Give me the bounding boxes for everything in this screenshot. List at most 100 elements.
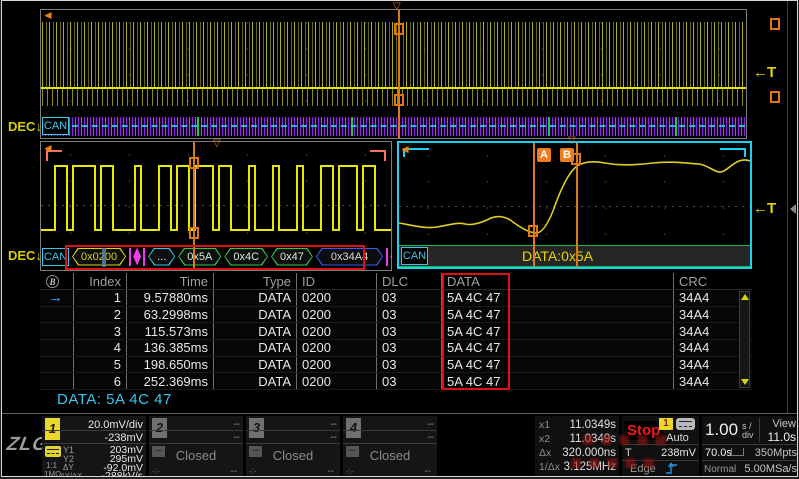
dc-coupling-icon [45,446,61,457]
cell-index: 1 [74,290,127,306]
panel-divider-line [787,1,788,413]
trigger-position-arrow: ◄ [42,141,54,155]
zoom-window-analog[interactable]: A B CAN DATA:0x5A [397,141,752,269]
frame-highlight-box [65,245,365,270]
cell-icon [40,306,74,323]
ch-offset-empty: -- [427,432,434,443]
cell-id: 0200 [297,323,377,340]
divider [759,418,760,442]
dx-label: Δx [539,447,552,459]
table-row[interactable]: 3 115.573ms DATA 0200 03 5A 4C 47 34A4 [40,323,752,341]
memory-depth-icon [731,448,744,456]
cell-id: 0200 [297,373,377,390]
table-row[interactable]: 6 252.369ms DATA 0200 03 5A 4C 47 34A4 [40,373,752,391]
sample-rate: 5.00MSa/s [744,463,797,475]
ch-bottom-empty: -- [327,466,334,477]
cell-id: 0200 [297,356,377,373]
ch-scale-empty: -- [427,419,434,430]
level-handle-square[interactable] [770,91,780,103]
zoom-marker-triangle: ▽ [213,138,221,149]
table-scrollbar[interactable] [739,291,750,388]
header-cell: Time [127,273,214,289]
scroll-up-icon[interactable] [741,294,749,300]
channel-4-block[interactable]: 4 -- -- – Closed -:- -- [343,416,437,476]
capture-duration: 70.0s [705,447,732,459]
bus-b-icon: B [46,274,59,288]
data-column-highlight-box [442,273,510,390]
selected-frame-readout: DATA: 5A 4C 47 [57,391,172,408]
status-bar: ZLG® 1 20.0mV/div -238mV Y1 203mV Y2 295… [2,413,797,476]
cursor-b-badge[interactable]: B [560,148,574,162]
cursor-square[interactable] [189,227,199,239]
cell-id: 0200 [297,306,377,323]
scroll-down-icon[interactable] [741,379,749,385]
trigger-position-arrow: ◄ [42,8,54,22]
decode-label-bottom: DEC↓ [8,248,42,263]
channel-3-block[interactable]: 3 -- -- – Closed -:- -- [246,416,340,476]
cell-type: DATA [214,356,297,373]
timebase-block[interactable]: 1.00 s / div View 11.0s 70.0s 350Mpts No… [702,416,797,476]
header-cell: Type [214,273,297,289]
side-panel-handle-icon[interactable] [790,204,796,214]
channel-1-block[interactable]: 1 20.0mV/div -238mV Y1 203mV Y2 295mV ΔY… [42,416,146,476]
level-handle-square[interactable] [770,18,780,30]
trigger-marker-triangle: ▽ [393,1,401,12]
ch-scale-empty: -- [233,419,240,430]
ch1-slope-value: -288kV/s [101,470,143,477]
cell-index: 6 [74,373,127,390]
cell-dlc: 03 [377,323,442,340]
cell-index: 5 [74,356,127,373]
ch-bottom-empty: -- [424,466,431,477]
cursor-a-badge[interactable]: A [537,148,551,162]
channel-2-badge: 2 [152,418,167,438]
memory-depth: 350Mpts [754,447,797,459]
x1-label: x1 [539,419,551,431]
trigger-level-marker-top[interactable]: ←T [753,64,776,81]
table-header-row: B Index Time Type ID DLC DATA CRC [40,273,752,290]
cell-dlc: 03 [377,290,442,306]
channel-1-badge: 1 [45,418,60,440]
cell-time: 198.650ms [127,356,214,373]
decode-green-tick [548,117,551,136]
cell-index: 2 [74,306,127,323]
corner-bracket [720,148,746,157]
table-row[interactable]: 4 136.385ms DATA 0200 03 5A 4C 47 34A4 [40,340,752,357]
cursor-a-line[interactable] [533,143,535,267]
trigger-block[interactable]: Stop 1 Auto T 238mV Edge [622,416,699,476]
ch1-probe-ratio: 1:1 [46,461,58,470]
cell-time: 63.2998ms [127,306,214,323]
zoom-window-digital[interactable]: CAN 0x0200...0x5A0x4C0x470x34A4... [40,141,392,271]
cell-dlc: 03 [377,373,442,390]
header-cell: Index [74,273,127,289]
cell-icon: → [40,290,74,306]
channel-status: Closed [272,448,314,463]
zoom-anchor-square[interactable] [394,94,404,106]
can-bus-badge: CAN [401,247,428,265]
ch-probe-empty: -:- [346,467,354,476]
cursor-readout-block[interactable]: x1 11.0349s x2 11.0349s Δx 320.000ns 1/Δ… [535,416,619,476]
cursor-a-square[interactable] [528,225,538,237]
trigger-level-marker-mid[interactable]: ←T [753,200,776,217]
zoom-anchor-square[interactable] [394,23,404,35]
cell-index: 3 [74,323,127,340]
decode-label-top: DEC↓ [8,119,42,134]
main-waveform-window[interactable]: CAN [40,9,747,139]
cell-id: 0200 [297,290,377,306]
table-row[interactable]: 5 198.650ms DATA 0200 03 5A 4C 47 34A4 [40,356,752,374]
trigger-type: Edge [630,463,656,475]
cell-type: DATA [214,373,297,390]
timebase-unit-div: div [742,430,754,440]
x2-value: 11.0349s [569,433,616,445]
ch-scale-empty: -- [330,419,337,430]
cell-type: DATA [214,323,297,340]
header-cell: CRC [679,273,708,289]
header-cell: DLC [377,273,442,289]
cursor-square[interactable] [189,157,199,169]
ch-probe-empty: -:- [152,467,160,476]
cell-icon [40,373,74,390]
table-row[interactable]: → 1 9.57880ms DATA 0200 03 5A 4C 47 34A4 [40,290,752,307]
channel-2-block[interactable]: 2 -- -- – Closed -:- -- [149,416,243,476]
table-row[interactable]: 2 63.2998ms DATA 0200 03 5A 4C 47 34A4 [40,306,752,324]
trigger-mode: Auto [666,432,689,444]
oscilloscope-screen: DEC↓ DEC↓ CAN ◄ ▽ ←T CAN 0x0200... 0x5A … [1,0,798,477]
